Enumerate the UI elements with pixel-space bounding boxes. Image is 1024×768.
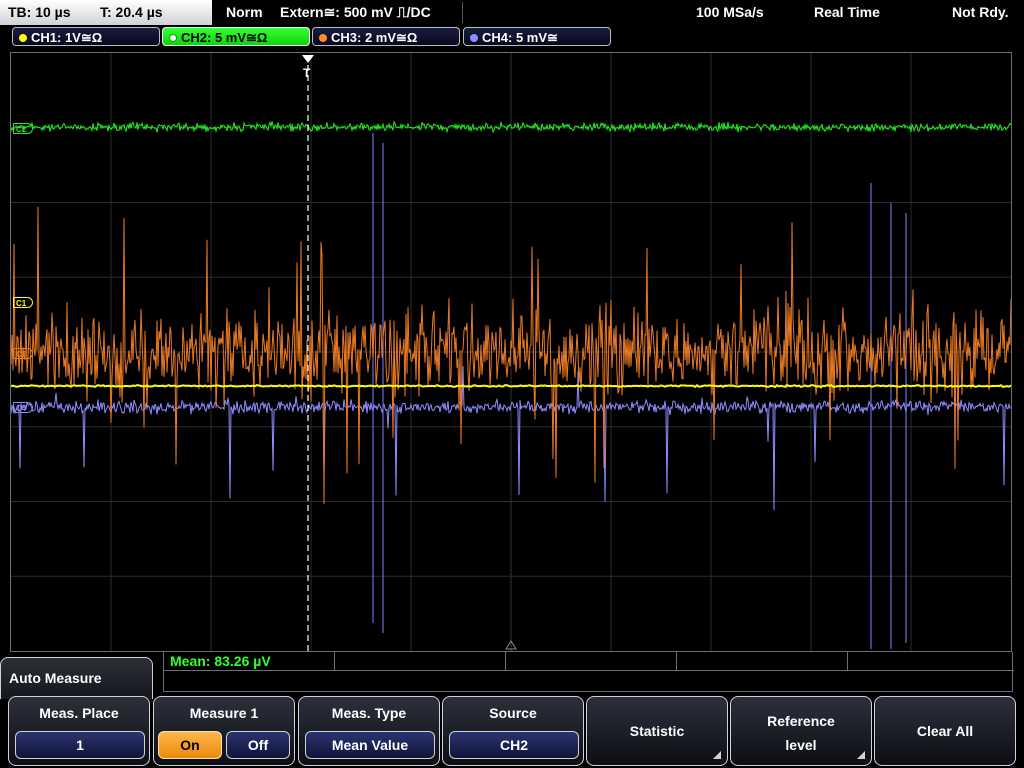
tab-ch3-label: CH3: 2 mV≅Ω [331, 30, 418, 45]
meas-place-softkey[interactable]: Meas. Place 1 [8, 696, 150, 766]
ch2-offset-marker[interactable]: C2 [13, 123, 33, 134]
reference-level-label-line2: level [785, 737, 817, 753]
reference-level-label-line1: Reference [767, 713, 835, 729]
measurement-results: Mean: 83.26 µV [163, 652, 1014, 692]
status-divider [462, 2, 463, 23]
ch3-offset-marker[interactable]: C3 [13, 348, 33, 359]
trigger-position-label: T [303, 66, 311, 80]
ch3-dot-icon [319, 34, 327, 42]
tab-ch4-label: CH4: 5 mV≅ [482, 30, 558, 45]
meas-slot-2 [335, 652, 506, 671]
meas-type-label: Meas. Type [331, 705, 407, 721]
measure1-on-toggle[interactable]: On [158, 731, 222, 759]
channel-tabs: CH1: 1V≅Ω CH2: 5 mV≅Ω CH3: 2 mV≅Ω CH4: 5… [0, 26, 1024, 48]
source-label: Source [489, 705, 537, 721]
meas-place-value[interactable]: 1 [15, 731, 145, 759]
meas-slot-1: Mean: 83.26 µV [164, 652, 335, 671]
source-softkey[interactable]: Source CH2 [442, 696, 584, 766]
ch1-dot-icon [19, 34, 27, 42]
statistic-label: Statistic [629, 723, 685, 739]
meas-slot-5 [848, 652, 1014, 671]
status-bar: TB: 10 µs T: 20.4 µs Norm Extern≅: 500 m… [0, 0, 1024, 25]
measure1-off-toggle[interactable]: Off [226, 731, 290, 759]
trigger-source[interactable]: Extern≅: 500 mV ⎍/DC [280, 0, 431, 25]
tab-ch2[interactable]: CH2: 5 mV≅Ω [162, 27, 310, 46]
measure1-softkey[interactable]: Measure 1 On Off [153, 696, 295, 766]
submenu-arrow-icon [713, 751, 721, 759]
waveform-display[interactable]: C2 C1 C3 C4 T [10, 52, 1012, 652]
submenu-arrow-icon [857, 751, 865, 759]
meas-place-label: Meas. Place [39, 705, 119, 721]
trigger-position-arrow-icon [302, 55, 314, 63]
ch4-dot-icon [470, 34, 478, 42]
tab-ch1[interactable]: CH1: 1V≅Ω [12, 27, 160, 46]
tab-ch2-label: CH2: 5 mV≅Ω [181, 30, 268, 45]
meas-1-result: Mean: 83.26 µV [170, 653, 271, 669]
waveform-canvas [11, 53, 1011, 651]
clear-all-label: Clear All [916, 723, 974, 739]
reference-level-softkey[interactable]: Reference level [730, 696, 872, 766]
tab-ch3[interactable]: CH3: 2 mV≅Ω [312, 27, 460, 46]
statistic-softkey[interactable]: Statistic [586, 696, 728, 766]
ch1-offset-marker[interactable]: C1 [13, 297, 33, 308]
clear-all-softkey[interactable]: Clear All [874, 696, 1016, 766]
sample-rate: 100 MSa/s [696, 4, 764, 20]
tab-ch1-label: CH1: 1V≅Ω [31, 30, 103, 45]
ch4-offset-marker[interactable]: C4 [13, 402, 33, 413]
ch2-dot-icon [169, 34, 177, 42]
menu-title: Auto Measure [0, 657, 153, 699]
trigger-status: Not Rdy. [952, 4, 1009, 20]
meas-slot-3 [506, 652, 677, 671]
timebase-readout: TB: 10 µs [8, 4, 71, 20]
meas-type-value[interactable]: Mean Value [305, 731, 435, 759]
timebase-box[interactable]: TB: 10 µs T: 20.4 µs [0, 0, 212, 25]
meas-type-softkey[interactable]: Meas. Type Mean Value [298, 696, 440, 766]
trigger-time-readout: T: 20.4 µs [100, 4, 163, 20]
measure1-label: Measure 1 [189, 705, 259, 721]
source-value[interactable]: CH2 [449, 731, 579, 759]
meas-slot-4 [677, 652, 848, 671]
acquisition-mode[interactable]: Real Time [814, 0, 880, 25]
trigger-mode[interactable]: Norm [226, 0, 263, 25]
tab-ch4[interactable]: CH4: 5 mV≅ [463, 27, 611, 46]
